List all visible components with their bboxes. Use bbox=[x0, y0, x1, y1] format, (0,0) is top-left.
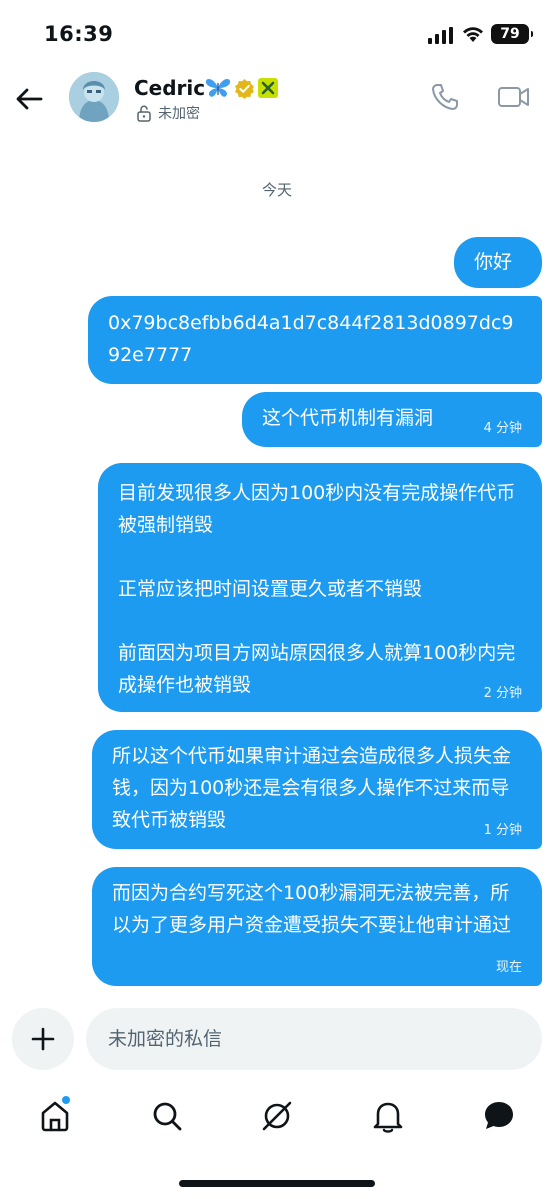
encryption-label: 未加密 bbox=[158, 106, 200, 122]
home-icon bbox=[41, 1101, 69, 1132]
message-input[interactable] bbox=[86, 1008, 542, 1070]
message-text: 0x79bc8efbb6d4a1d7c844f2813d0897dc992e77… bbox=[108, 312, 514, 366]
message-bubble[interactable]: 你好 bbox=[454, 237, 542, 288]
phone-icon bbox=[432, 84, 458, 110]
avatar-image bbox=[69, 72, 119, 122]
message-text: 目前发现很多人因为100秒内没有完成操作代币被强制销毁 正常应该把时间设置更久或… bbox=[118, 482, 516, 696]
nav-notifications[interactable] bbox=[370, 1098, 406, 1134]
message-bubble[interactable]: 目前发现很多人因为100秒内没有完成操作代币被强制销毁 正常应该把时间设置更久或… bbox=[98, 463, 542, 712]
message-bubble[interactable]: 0x79bc8efbb6d4a1d7c844f2813d0897dc992e77… bbox=[88, 296, 542, 384]
video-camera-icon bbox=[498, 87, 529, 107]
verified-badge-icon bbox=[235, 78, 254, 99]
notification-dot bbox=[62, 1096, 70, 1104]
badges bbox=[205, 77, 278, 99]
bell-icon bbox=[373, 1102, 403, 1133]
cellular-signal-icon bbox=[428, 27, 453, 44]
status-time: 16:39 bbox=[44, 22, 114, 46]
nav-home[interactable] bbox=[37, 1096, 73, 1134]
message-bubble[interactable]: 所以这个代币如果审计通过会造成很多人损失金钱，因为100秒还是会有很多人操作不过… bbox=[92, 730, 542, 849]
date-separator: 今天 bbox=[261, 181, 292, 199]
message-timestamp: 1 分钟 bbox=[483, 823, 522, 838]
message-timestamp: 2 分钟 bbox=[483, 686, 522, 701]
status-bar: 16:39 79 bbox=[0, 0, 554, 62]
battery-indicator: 79 bbox=[491, 24, 533, 44]
search-icon bbox=[153, 1102, 182, 1131]
message-text: 你好 bbox=[474, 251, 513, 273]
plus-icon bbox=[31, 1027, 55, 1051]
grok-icon bbox=[262, 1101, 292, 1131]
unlock-icon bbox=[137, 105, 151, 122]
nav-search[interactable] bbox=[149, 1098, 185, 1134]
add-attachment-button[interactable] bbox=[12, 1008, 74, 1070]
arrow-left-icon bbox=[16, 88, 43, 110]
conversation-header: Cedric 未加密 bbox=[0, 62, 554, 134]
call-button[interactable] bbox=[430, 82, 460, 112]
back-button[interactable] bbox=[12, 82, 46, 116]
message-timestamp: 4 分钟 bbox=[483, 421, 522, 436]
affiliate-badge-icon bbox=[258, 78, 278, 98]
contact-name[interactable]: Cedric bbox=[134, 76, 205, 100]
message-bubble[interactable]: 而因为合约写死这个100秒漏洞无法被完善，所以为了更多用户资金遭受损失不要让他审… bbox=[92, 867, 542, 986]
message-list[interactable]: 今天 你好 0x79bc8efbb6d4a1d7c844f2813d0897dc… bbox=[0, 134, 554, 1004]
avatar[interactable] bbox=[69, 72, 119, 122]
nav-messages[interactable] bbox=[481, 1098, 517, 1134]
bottom-navigation bbox=[0, 1090, 554, 1150]
message-composer bbox=[0, 1008, 554, 1070]
video-call-button[interactable] bbox=[497, 84, 531, 110]
message-bubble[interactable]: 这个代币机制有漏洞 4 分钟 bbox=[242, 392, 542, 447]
message-text: 所以这个代币如果审计通过会造成很多人损失金钱，因为100秒还是会有很多人操作不过… bbox=[112, 745, 512, 831]
message-timestamp: 现在 bbox=[495, 960, 522, 975]
nav-grok[interactable] bbox=[259, 1098, 295, 1134]
home-indicator bbox=[179, 1180, 375, 1187]
message-text: 而因为合约写死这个100秒漏洞无法被完善，所以为了更多用户资金遭受损失不要让他审… bbox=[112, 882, 512, 936]
messages-icon bbox=[485, 1102, 513, 1129]
encryption-status: 未加密 bbox=[136, 103, 200, 123]
butterfly-icon bbox=[205, 79, 231, 97]
wifi-icon bbox=[463, 27, 483, 42]
